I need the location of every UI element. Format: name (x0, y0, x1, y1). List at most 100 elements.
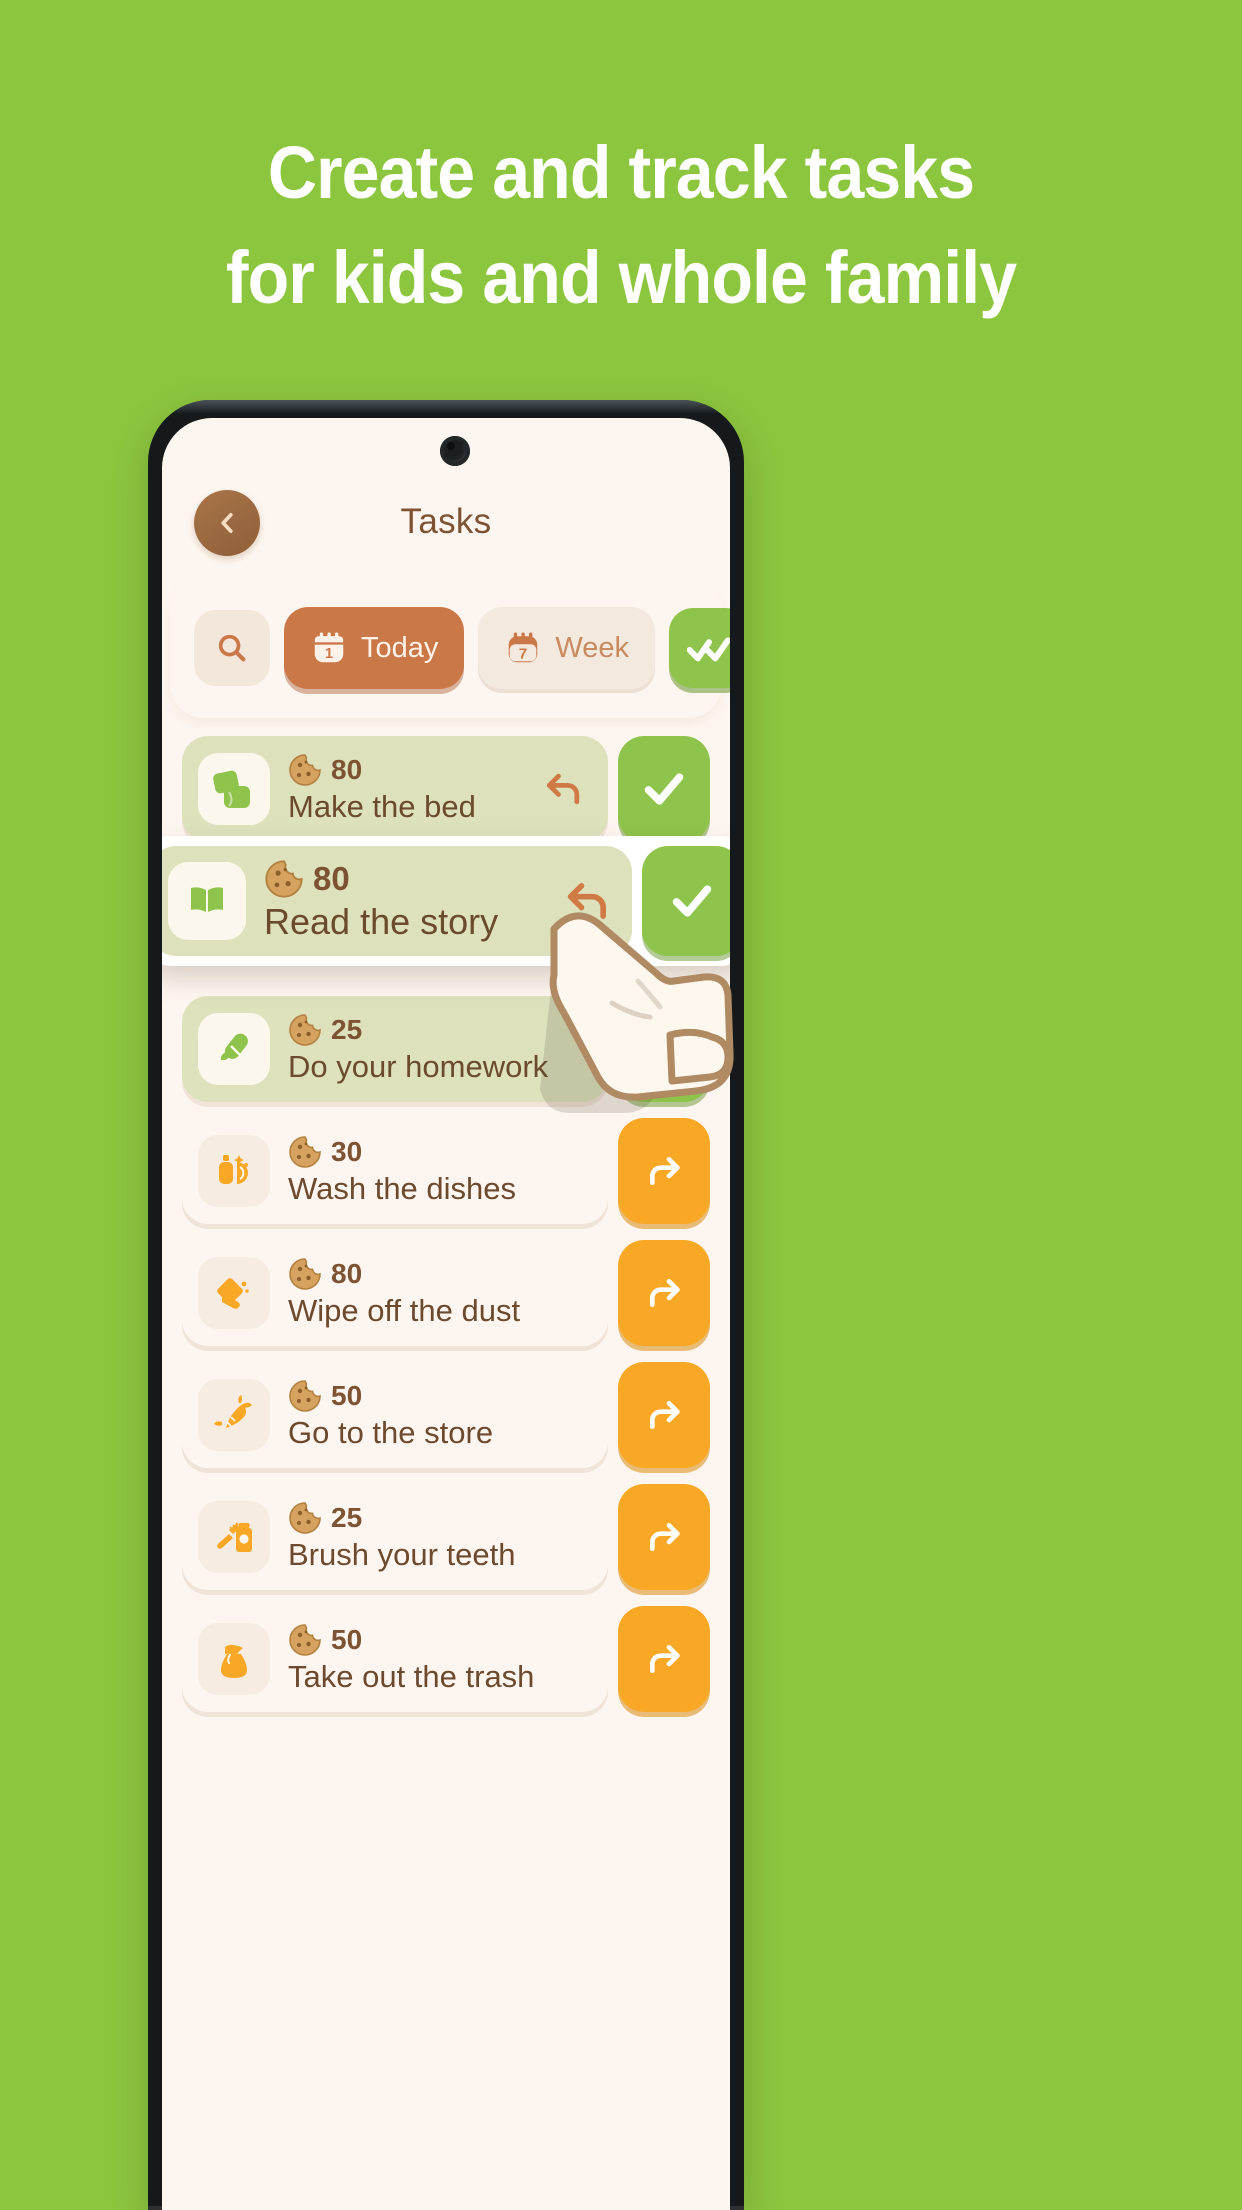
toothbrush-icon (198, 1501, 270, 1573)
tab-week[interactable]: 7 Week (478, 607, 655, 689)
task-text: 30 Wash the dishes (288, 1135, 516, 1207)
tab-week-label: Week (555, 631, 629, 664)
app-header: Tasks (162, 480, 730, 570)
double-check-icon (687, 637, 730, 662)
cookie-icon (289, 1380, 321, 1412)
headline-line-1: Create and track tasks (267, 131, 975, 214)
task-forward-button[interactable] (618, 1362, 710, 1468)
task-reward: 80 (264, 859, 498, 899)
task-reward-value: 80 (331, 754, 363, 785)
promo-headline: Create and track tasks for kids and whol… (50, 120, 1193, 330)
phone-screen: Tasks 1 Today 7 Week 80 Make the bed 80 … (162, 418, 730, 2210)
cookie-icon (289, 1136, 321, 1168)
task-reward-value: 50 (331, 1624, 363, 1655)
trash-bag-icon (198, 1623, 270, 1695)
task-text: 80 Wipe off the dust (288, 1257, 520, 1329)
check-icon (644, 773, 684, 805)
task-reward: 25 (288, 1501, 515, 1535)
task-row[interactable]: 30 Wash the dishes (182, 1118, 710, 1224)
task-card[interactable]: 25 Do your homework (182, 996, 608, 1102)
carrot-icon (198, 1379, 270, 1451)
task-title: Go to the store (288, 1415, 494, 1450)
task-complete-button[interactable] (642, 846, 730, 956)
task-reward-value: 25 (331, 1502, 363, 1533)
task-reward: 25 (288, 1013, 548, 1047)
task-reward: 80 (288, 753, 476, 787)
task-row[interactable]: 50 Take out the trash (182, 1606, 710, 1712)
task-text: 80 Make the bed (288, 753, 476, 825)
task-reward: 30 (288, 1135, 516, 1169)
task-reward: 80 (288, 1257, 520, 1291)
task-complete-button[interactable] (618, 736, 710, 842)
task-complete-button[interactable] (618, 996, 710, 1102)
task-reward-value: 80 (313, 860, 350, 897)
task-forward-button[interactable] (618, 1118, 710, 1224)
task-row-highlighted[interactable]: 80 Read the story (162, 836, 730, 966)
front-camera-icon (440, 436, 470, 466)
page-title: Tasks (400, 502, 492, 541)
task-row[interactable]: 80 Wipe off the dust (182, 1240, 710, 1346)
task-title: Wipe off the dust (288, 1293, 521, 1328)
arrow-forward-icon (650, 1401, 680, 1429)
search-icon (218, 634, 246, 662)
cookie-icon (289, 1624, 321, 1656)
crayon-icon (198, 1013, 270, 1085)
undo-icon[interactable] (542, 767, 586, 811)
phone-mockup: Tasks 1 Today 7 Week 80 Make the bed 80 … (148, 400, 744, 2210)
task-row[interactable]: 25 Do your homework (182, 996, 710, 1102)
calendar-week-icon: 7 (509, 632, 538, 663)
task-reward: 50 (288, 1623, 534, 1657)
cookie-icon (289, 1014, 321, 1046)
check-icon (644, 1033, 684, 1065)
cleaning-hand-icon (198, 1257, 270, 1329)
undo-icon[interactable] (562, 875, 614, 927)
task-title: Take out the trash (288, 1659, 535, 1694)
arrow-forward-icon (650, 1157, 680, 1185)
task-reward-value: 50 (331, 1380, 363, 1411)
task-card[interactable]: 50 Take out the trash (182, 1606, 608, 1712)
complete-all-button[interactable] (669, 608, 730, 688)
task-forward-button[interactable] (618, 1606, 710, 1712)
task-list: 80 Make the bed 80 Read the story 25 Do … (162, 736, 730, 2210)
task-forward-button[interactable] (618, 1240, 710, 1346)
check-icon (672, 885, 712, 917)
task-text: 50 Take out the trash (288, 1623, 534, 1695)
task-row[interactable]: 80 Make the bed (182, 736, 710, 842)
calendar-day-icon: 1 (314, 632, 344, 663)
task-card[interactable]: 80 Wipe off the dust (182, 1240, 608, 1346)
task-card[interactable]: 25 Brush your teeth (182, 1484, 608, 1590)
task-text: 25 Do your homework (288, 1013, 548, 1085)
task-reward-value: 25 (331, 1014, 363, 1045)
arrow-forward-icon (650, 1279, 680, 1307)
headline-line-2: for kids and whole family (225, 236, 1017, 319)
task-text: 50 Go to the store (288, 1379, 493, 1451)
arrow-forward-icon (650, 1645, 680, 1673)
task-forward-button[interactable] (618, 1484, 710, 1590)
tab-today-label: Today (361, 631, 439, 664)
cookie-icon (289, 754, 321, 786)
arrow-forward-icon (650, 1523, 680, 1551)
filter-toolbar: 1 Today 7 Week (170, 578, 730, 718)
task-reward: 50 (288, 1379, 493, 1413)
task-title: Read the story (264, 901, 499, 942)
task-title: Make the bed (288, 789, 476, 824)
tab-today[interactable]: 1 Today (284, 607, 465, 689)
task-card[interactable]: 80 Read the story (162, 846, 632, 956)
task-row[interactable]: 25 Brush your teeth (182, 1484, 710, 1590)
phone-bezel (148, 400, 744, 414)
cookie-icon (289, 1502, 321, 1534)
task-title: Brush your teeth (288, 1537, 516, 1572)
svg-text:1: 1 (325, 646, 333, 662)
task-card[interactable]: 30 Wash the dishes (182, 1118, 608, 1224)
dish-soap-icon (198, 1135, 270, 1207)
task-reward-value: 80 (331, 1258, 363, 1289)
task-title: Do your homework (288, 1049, 549, 1084)
task-row[interactable]: 50 Go to the store (182, 1362, 710, 1468)
svg-text:7: 7 (519, 646, 527, 663)
cookie-icon (265, 860, 303, 898)
search-button[interactable] (194, 610, 270, 686)
task-title: Wash the dishes (288, 1171, 517, 1206)
task-text: 80 Read the story (264, 859, 498, 943)
task-card[interactable]: 50 Go to the store (182, 1362, 608, 1468)
task-card[interactable]: 80 Make the bed (182, 736, 608, 842)
